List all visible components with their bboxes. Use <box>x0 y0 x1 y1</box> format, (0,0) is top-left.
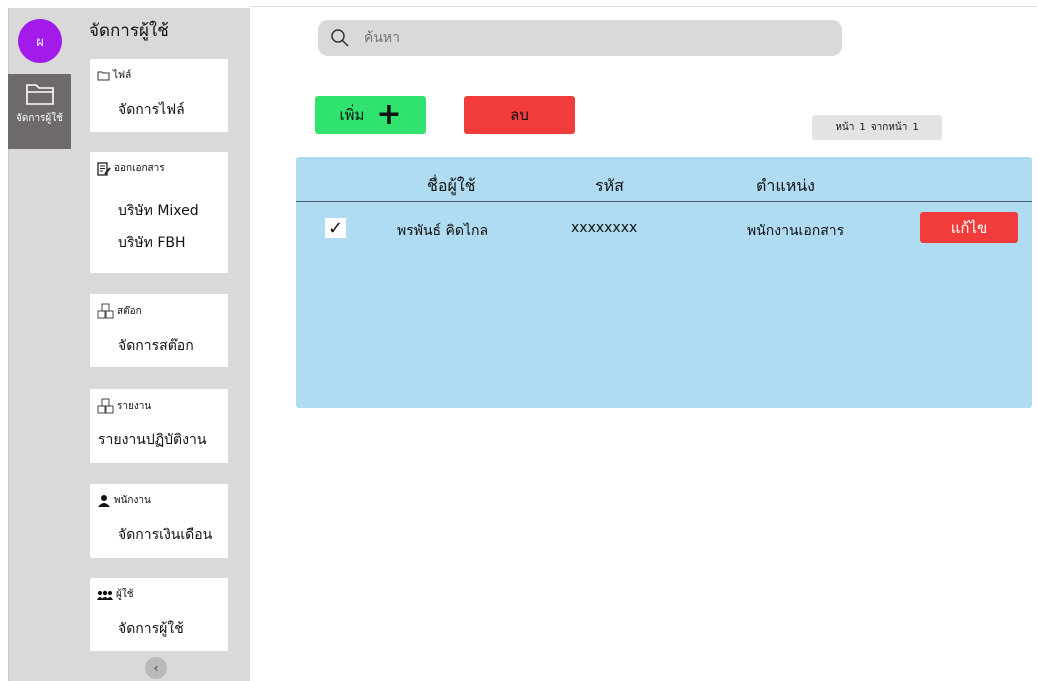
search-input[interactable] <box>364 28 804 48</box>
menu-item-manage-files[interactable]: จัดการไฟล์ <box>118 99 185 121</box>
cell-username: พรพันธ์ คิดไกล <box>397 223 489 239</box>
delete-button-label: ลบ <box>510 106 529 124</box>
rail-item-users[interactable]: จัดการผู้ใช้ <box>8 74 71 149</box>
collapse-sidebar-button[interactable]: ‹ <box>145 657 167 679</box>
card-header-label: ไฟล์ <box>113 70 132 81</box>
card-header: สต๊อก <box>97 303 142 320</box>
menu-card-documents: ออกเอกสาร บริษัท Mixed บริษัท FBH <box>90 152 228 273</box>
card-header-label: สต๊อก <box>117 306 142 317</box>
total-pages: 1 <box>912 122 919 133</box>
avatar-initial: ผ <box>36 34 44 50</box>
page-title: จัดการผู้ใช้ <box>89 21 169 41</box>
of-label: จากหน้า <box>870 122 908 133</box>
page-label: หน้า <box>835 122 855 133</box>
header-divider <box>296 201 1032 202</box>
menu-item-manage-stock[interactable]: จัดการสต๊อก <box>118 335 194 357</box>
search-icon <box>331 29 349 47</box>
card-header: พนักงาน <box>97 493 151 508</box>
column-header-code: รหัส <box>595 176 624 195</box>
row-checkbox[interactable]: ✓ <box>325 217 346 239</box>
menu-item-manage-salary[interactable]: จัดการเงินเดือน <box>118 524 212 546</box>
card-header-label: ผู้ใช้ <box>116 589 134 600</box>
plus-icon: + <box>376 97 402 132</box>
menu-item-manage-users[interactable]: จัดการผู้ใช้ <box>118 618 184 640</box>
cell-position: พนักงานเอกสาร <box>747 223 845 239</box>
boxes-icon <box>97 398 114 414</box>
menu-item-company-fbh[interactable]: บริษัท FBH <box>118 232 186 254</box>
card-header: ไฟล์ <box>97 68 131 83</box>
cell-code: xxxxxxxx <box>571 220 638 236</box>
folder-icon <box>97 71 110 81</box>
menu-item-work-report[interactable]: รายงานปฏิบัติงาน <box>98 429 206 451</box>
menu-card-stock: สต๊อก จัดการสต๊อก <box>90 294 228 367</box>
avatar[interactable]: ผ <box>18 19 62 63</box>
menu-card-reports: รายงาน รายงานปฏิบัติงาน <box>90 389 228 463</box>
boxes-icon <box>97 303 114 319</box>
top-divider <box>250 6 1037 7</box>
page-number: 1 <box>859 122 866 133</box>
menu-card-files: ไฟล์ จัดการไฟล์ <box>90 59 228 132</box>
users-table: ชื่อผู้ใช้ รหัส ตำแหน่ง ✓ พรพันธ์ คิดไกล… <box>296 157 1032 408</box>
person-icon <box>98 495 110 507</box>
delete-button[interactable]: ลบ <box>464 96 575 134</box>
edit-button[interactable]: แก้ไข <box>920 212 1018 243</box>
pagination-info: หน้า 1 จากหน้า 1 <box>812 115 942 140</box>
card-header: รายงาน <box>97 398 151 415</box>
checkmark-icon: ✓ <box>327 217 344 239</box>
card-header-label: รายงาน <box>117 401 152 412</box>
edit-button-label: แก้ไข <box>950 218 988 237</box>
chevron-left-icon: ‹ <box>153 661 159 675</box>
menu-card-users: ผู้ใช้ จัดการผู้ใช้ <box>90 578 228 651</box>
folder-icon <box>26 84 54 105</box>
card-header: ผู้ใช้ <box>97 587 134 602</box>
users-icon <box>97 590 113 600</box>
card-header: ออกเอกสาร <box>97 161 165 176</box>
card-header-label: ออกเอกสาร <box>114 163 165 174</box>
add-button-label: เพิ่ม <box>339 106 365 124</box>
column-header-position: ตำแหน่ง <box>756 176 815 195</box>
add-button[interactable]: เพิ่ม + <box>315 96 426 134</box>
menu-card-employees: พนักงาน จัดการเงินเดือน <box>90 484 228 558</box>
menu-item-company-mixed[interactable]: บริษัท Mixed <box>118 200 199 222</box>
document-edit-icon <box>97 161 111 176</box>
search-bar <box>318 20 842 56</box>
rail-item-label: จัดการผู้ใช้ <box>16 113 63 124</box>
card-header-label: พนักงาน <box>114 495 151 506</box>
column-header-username: ชื่อผู้ใช้ <box>427 176 476 195</box>
